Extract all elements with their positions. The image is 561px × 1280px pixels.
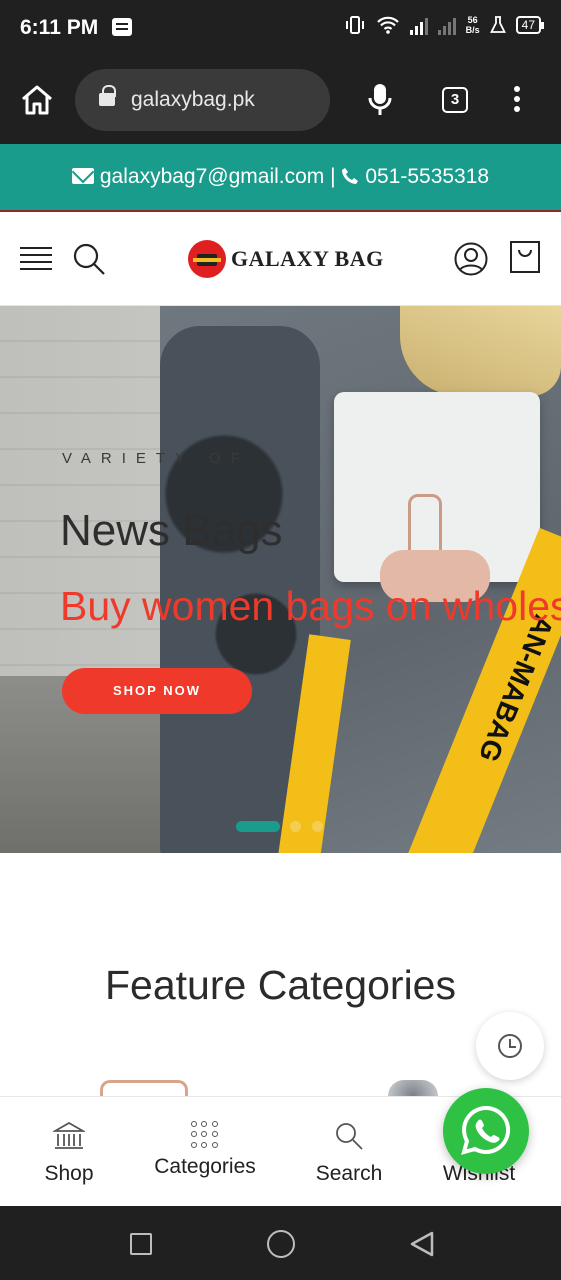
feature-categories-title: Feature Categories xyxy=(105,962,456,1008)
envelope-icon xyxy=(71,168,94,184)
hero-kicker: VARIETY OF xyxy=(62,450,250,467)
microphone-icon[interactable] xyxy=(367,82,393,118)
slider-dot[interactable] xyxy=(312,821,323,832)
clock-icon xyxy=(498,1034,522,1058)
battery-indicator: 47 xyxy=(515,16,545,34)
whatsapp-button[interactable] xyxy=(443,1088,529,1174)
vibrate-icon xyxy=(345,16,364,34)
nav-label: Shop xyxy=(44,1162,94,1185)
recents-button[interactable] xyxy=(130,1233,152,1255)
network-speed: 56 B/s xyxy=(465,15,480,35)
contact-email[interactable]: galaxybag7@gmail.com xyxy=(100,165,324,188)
slider-dot[interactable] xyxy=(290,821,301,832)
hero-title: News Bags xyxy=(60,506,283,555)
nav-shop[interactable]: Shop xyxy=(30,1121,108,1186)
cart-icon[interactable] xyxy=(509,240,541,274)
search-icon[interactable] xyxy=(72,242,106,276)
nav-categories[interactable]: Categories xyxy=(148,1121,262,1179)
recently-viewed-button[interactable] xyxy=(476,1012,544,1080)
nav-label: Categories xyxy=(154,1155,256,1178)
nav-label: Search xyxy=(315,1162,383,1185)
status-icons: 56 B/s 47 xyxy=(344,14,545,36)
category-thumbnail[interactable] xyxy=(100,1080,188,1096)
slider-dot-active[interactable] xyxy=(236,821,280,832)
home-button[interactable] xyxy=(267,1230,295,1258)
address-bar[interactable]: galaxybag.pk xyxy=(75,69,330,131)
menu-icon[interactable] xyxy=(20,247,52,271)
bank-icon xyxy=(51,1121,87,1149)
shop-now-button[interactable]: SHOP NOW xyxy=(62,668,252,714)
message-notification-icon xyxy=(112,18,132,36)
wifi-icon xyxy=(376,16,399,34)
contact-bar: galaxybag7@gmail.com | 051-5535318 xyxy=(0,144,561,212)
home-icon[interactable] xyxy=(20,84,54,116)
flask-icon xyxy=(489,16,506,33)
account-icon[interactable] xyxy=(454,242,488,276)
category-thumbnail[interactable] xyxy=(388,1080,438,1096)
tab-switcher-button[interactable]: 3 xyxy=(442,87,468,113)
status-time: 6:11 PM xyxy=(20,16,99,39)
logo-badge-icon xyxy=(188,240,226,278)
system-navigation-bar xyxy=(0,1206,561,1280)
back-button[interactable] xyxy=(408,1230,436,1258)
nav-search[interactable]: Search xyxy=(310,1121,388,1186)
hero-model-hair xyxy=(400,306,561,396)
url-text: galaxybag.pk xyxy=(131,88,255,111)
phone-icon xyxy=(342,168,359,184)
contact-separator: | xyxy=(330,165,336,188)
contact-phone[interactable]: 051-5535318 xyxy=(365,165,489,188)
site-header: GALAXY BAG xyxy=(0,212,561,306)
hero-subtitle: Buy women bags on wholesale xyxy=(60,583,561,629)
grid-icon xyxy=(191,1121,219,1149)
status-bar: 6:11 PM 56 B/s 47 xyxy=(0,0,561,56)
signal-1-icon xyxy=(409,15,428,35)
hero-bag-clasp xyxy=(408,494,442,554)
browser-toolbar: galaxybag.pk 3 xyxy=(0,56,561,144)
brand-name: GALAXY BAG xyxy=(231,246,384,271)
hero-slider[interactable]: AN-MABAG VARIETY OF News Bags Buy women … xyxy=(0,306,561,853)
search-icon xyxy=(336,1123,363,1150)
signal-2-icon xyxy=(437,15,456,35)
more-options-icon[interactable] xyxy=(510,86,524,116)
site-logo[interactable]: GALAXY BAG xyxy=(188,239,384,279)
whatsapp-icon xyxy=(461,1105,511,1155)
lock-icon xyxy=(99,85,116,106)
